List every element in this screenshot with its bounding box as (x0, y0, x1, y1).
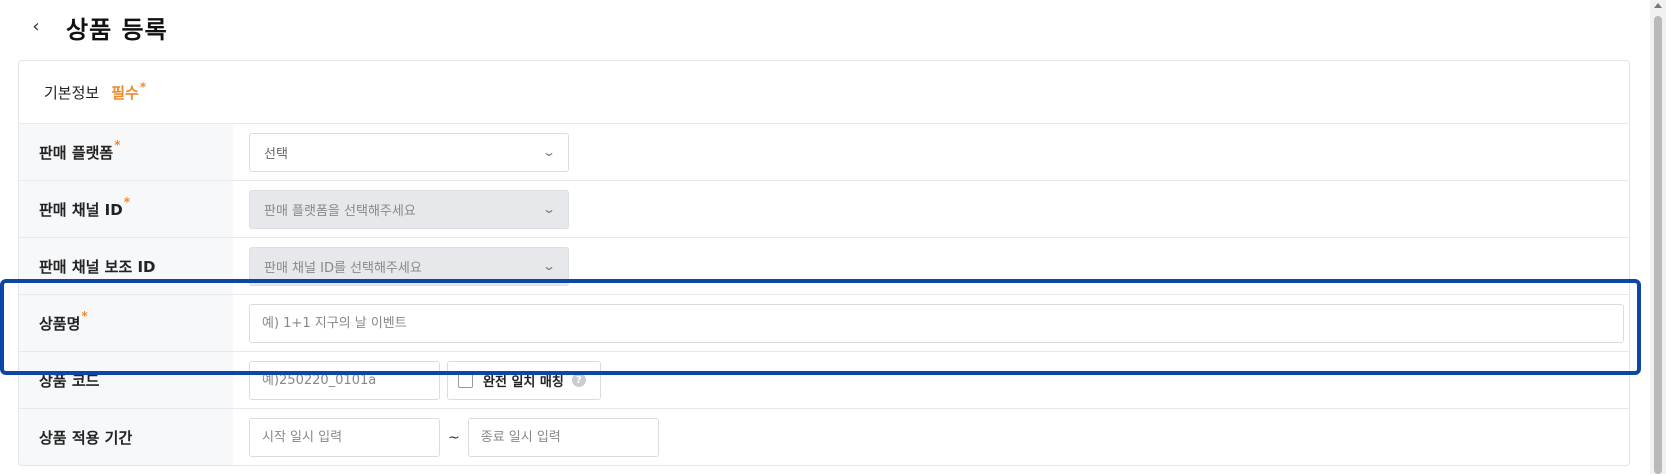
platform-label: 판매 플랫폼 * (19, 124, 233, 180)
sub-channel-id-label-text: 판매 채널 보조 ID (39, 257, 156, 276)
chevron-down-icon: ⌄ (541, 259, 557, 273)
platform-content: 선택 ⌄ (233, 124, 1629, 180)
product-name-content (233, 295, 1629, 351)
required-star: * (114, 138, 121, 152)
exact-match-option[interactable]: 완전 일치 매칭 ? (447, 360, 601, 400)
row-sub-channel-id: 판매 채널 보조 ID 판매 채널 ID를 선택해주세요 ⌄ (19, 238, 1629, 295)
sub-channel-id-select-value: 판매 채널 ID를 선택해주세요 (264, 260, 422, 276)
page-header: ‹ 상품 등록 (0, 0, 1650, 52)
page-title: 상품 등록 (66, 16, 168, 44)
scrollbar-thumb[interactable] (1654, 16, 1662, 474)
platform-label-text: 판매 플랫폼 (39, 143, 114, 162)
chevron-left-icon: ‹ (32, 15, 40, 37)
section-title: 기본정보 (44, 83, 100, 102)
platform-select[interactable]: 선택 ⌄ (249, 132, 569, 172)
date-separator: ~ (448, 429, 460, 446)
required-tag: 필수* (111, 79, 147, 103)
channel-id-label: 판매 채널 ID * (19, 181, 233, 237)
exact-match-checkbox[interactable] (458, 372, 473, 388)
vertical-scrollbar[interactable] (1650, 0, 1666, 474)
required-tag-label: 필수 (111, 83, 139, 102)
exact-match-label: 완전 일치 매칭 (483, 374, 564, 390)
chevron-down-icon: ⌄ (541, 202, 557, 216)
product-name-label: 상품명 * (19, 295, 233, 351)
row-period: 상품 적용 기간 ~ (19, 409, 1629, 465)
required-star: * (123, 195, 130, 209)
channel-id-select-value: 판매 플랫폼을 선택해주세요 (264, 203, 416, 219)
info-icon[interactable]: ? (571, 373, 586, 387)
product-name-label-text: 상품명 (39, 314, 81, 333)
row-platform: 판매 플랫폼 * 선택 ⌄ (19, 124, 1629, 181)
channel-id-content: 판매 플랫폼을 선택해주세요 ⌄ (233, 181, 1629, 237)
product-code-label-text: 상품 코드 (39, 371, 100, 390)
end-date-input[interactable] (467, 418, 659, 457)
product-code-content: 완전 일치 매칭 ? (233, 352, 1629, 408)
row-product-code: 상품 코드 완전 일치 매칭 ? (19, 352, 1629, 409)
basic-info-card: 기본정보 필수* 판매 플랫폼 * 선택 ⌄ 판매 채널 ID * 판매 플랫폼을 … (18, 60, 1630, 466)
product-code-input[interactable] (249, 360, 440, 400)
chevron-down-icon: ⌄ (541, 145, 557, 159)
row-product-name: 상품명 * (19, 295, 1629, 352)
sub-channel-id-content: 판매 채널 ID를 선택해주세요 ⌄ (233, 238, 1629, 294)
sub-channel-id-select[interactable]: 판매 채널 ID를 선택해주세요 ⌄ (249, 246, 569, 286)
channel-id-label-text: 판매 채널 ID (39, 200, 123, 219)
period-label: 상품 적용 기간 (19, 409, 233, 465)
platform-select-value: 선택 (264, 146, 288, 162)
start-date-input[interactable] (249, 418, 440, 457)
section-header: 기본정보 필수* (19, 61, 1629, 124)
period-label-text: 상품 적용 기간 (39, 429, 133, 447)
required-star: * (81, 309, 88, 323)
product-code-label: 상품 코드 (19, 352, 233, 408)
product-name-input[interactable] (249, 303, 1624, 343)
back-button[interactable]: ‹ (26, 14, 46, 38)
period-content: ~ (233, 409, 1629, 465)
row-channel-id: 판매 채널 ID * 판매 플랫폼을 선택해주세요 ⌄ (19, 181, 1629, 238)
required-star: * (139, 79, 147, 94)
sub-channel-id-label: 판매 채널 보조 ID (19, 238, 233, 294)
channel-id-select[interactable]: 판매 플랫폼을 선택해주세요 ⌄ (249, 189, 569, 229)
scroll-up-arrow-icon[interactable] (1654, 3, 1662, 8)
